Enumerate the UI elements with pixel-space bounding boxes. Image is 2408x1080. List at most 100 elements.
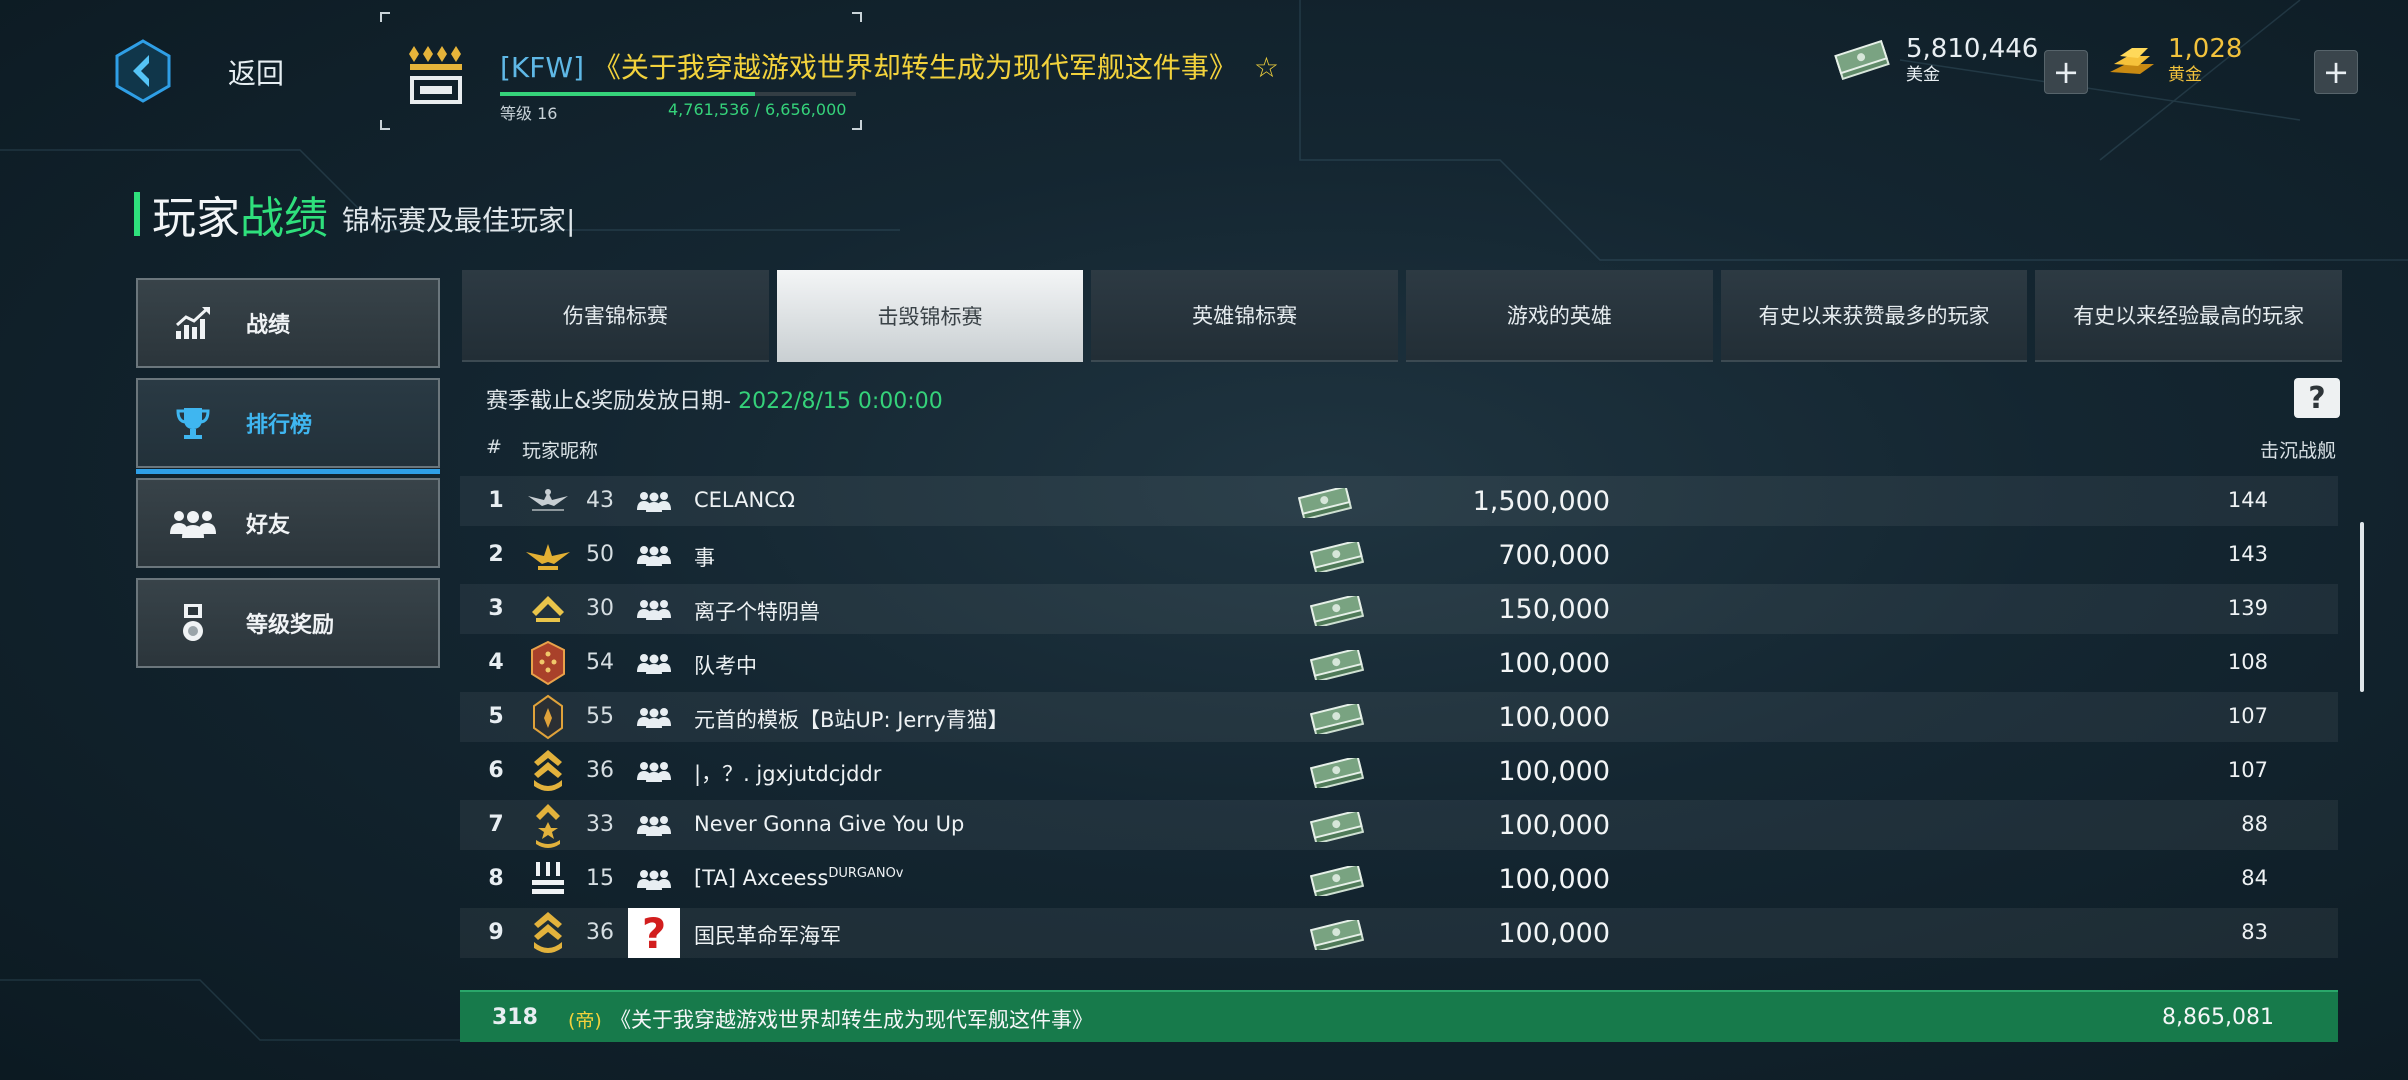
cash-reward-icon (1297, 485, 1353, 521)
player-level: 33 (586, 812, 614, 837)
clan-members-icon (637, 546, 671, 566)
player-level: 55 (586, 704, 614, 729)
player-name: 事 (694, 546, 715, 570)
table-row[interactable]: 5 55 元首的模板【B站UP: Jerry青猫】 100,000 107 (460, 692, 2338, 746)
side-item-friends[interactable]: 好友 (136, 478, 440, 568)
add-money-button[interactable]: + (2044, 50, 2088, 94)
table-row[interactable]: 4 54 队考中 100,000 108 (460, 638, 2338, 692)
help-button[interactable]: ? (2294, 378, 2340, 418)
back-arrow-icon (115, 39, 171, 103)
table-row[interactable]: 7 33 Never Gonna Give You Up 100,000 88 (460, 800, 2338, 854)
add-gold-button[interactable]: + (2314, 50, 2358, 94)
reward-amount: 100,000 (1498, 810, 1610, 841)
player-name: 元首的模板【B站UP: Jerry青猫】 (694, 708, 1009, 732)
my-score: 8,865,081 (2162, 1005, 2274, 1030)
gold-bar-icon (2110, 48, 2154, 74)
reward-amount: 100,000 (1498, 648, 1610, 679)
tab-game-heroes[interactable]: 游戏的英雄 (1406, 270, 1713, 362)
player-rank: 9 (488, 920, 504, 945)
cash-reward-icon (1309, 539, 1365, 575)
player-name: Never Gonna Give You Up (694, 812, 965, 836)
side-item-level-rewards[interactable]: 等级奖励 (136, 578, 440, 668)
kill-count: 143 (2227, 542, 2268, 566)
cash-reward-icon (1309, 755, 1365, 791)
cash-reward-icon (1309, 701, 1365, 737)
player-profile[interactable]: [KFW] 《关于我穿越游戏世界却转生成为现代军舰这件事》 ☆ 等级 16 4,… (380, 12, 1279, 130)
back-label[interactable]: 返回 (228, 52, 284, 92)
table-row[interactable]: 2 50 事 700,000 143 (460, 530, 2338, 584)
reward-amount: 150,000 (1498, 594, 1610, 625)
player-rank: 8 (488, 866, 504, 891)
kill-count: 139 (2227, 596, 2268, 620)
gold-display: 1,028 黄金 (2104, 34, 2242, 86)
leaderboard-list[interactable]: 1 43 CELANCΩ 1,500,000 144 2 50 事 700,000 143 3 30 离… (460, 476, 2338, 980)
rank-badge-icon (409, 46, 462, 104)
my-player-name: 《关于我穿越游戏世界却转生成为现代军舰这件事》 (610, 1008, 1093, 1032)
my-clan-tag: (帝) (568, 1010, 602, 1032)
cash-reward-icon (1309, 917, 1365, 953)
xp-progress-bar (500, 92, 856, 96)
gold-label: 黄金 (2168, 65, 2202, 85)
player-level: 36 (586, 758, 614, 783)
friends-icon (158, 508, 228, 538)
clan-members-icon (637, 762, 671, 782)
season-deadline: 赛季截止&奖励发放日期- 2022/8/15 0:00:00 (486, 389, 943, 414)
player-level: 54 (586, 650, 614, 675)
player-name: [TA] AxceessDURGANOv (694, 866, 904, 890)
side-menu: 战绩 排行榜 好友 等级奖励 (136, 278, 440, 678)
player-rank: 6 (488, 758, 504, 783)
kill-count: 84 (2241, 866, 2268, 890)
player-rank: 7 (488, 812, 504, 837)
clan-members-icon (637, 870, 671, 890)
table-row[interactable]: 3 30 离子个特阴兽 150,000 139 (460, 584, 2338, 638)
money-label: 美金 (1906, 65, 1940, 85)
unknown-avatar-icon: ? (628, 908, 680, 958)
reward-amount: 100,000 (1498, 756, 1610, 787)
table-row[interactable]: 1 43 CELANCΩ 1,500,000 144 (460, 476, 2338, 530)
player-level: 30 (586, 596, 614, 621)
table-row[interactable]: 8 15 [TA] AxceessDURGANOv 100,000 84 (460, 854, 2338, 908)
xp-text: 4,761,536 / 6,656,000 (668, 100, 847, 119)
reward-amount: 700,000 (1498, 540, 1610, 571)
level-label: 等级 16 (500, 104, 558, 123)
tab-most-xp[interactable]: 有史以来经验最高的玩家 (2035, 270, 2343, 362)
bars-insignia-icon (532, 862, 564, 894)
dark-shield-insignia-icon (533, 694, 563, 740)
cash-reward-icon (1309, 647, 1365, 683)
back-button[interactable] (112, 38, 174, 104)
player-rank: 4 (488, 650, 504, 675)
clan-members-icon (637, 654, 671, 674)
table-row[interactable]: 9 36? 国民革命军海军 100,000 83 (460, 908, 2338, 962)
money-display: 5,810,446 美金 (1834, 34, 2038, 86)
tab-damage[interactable]: 伤害锦标赛 (462, 270, 769, 362)
kill-count: 83 (2241, 920, 2268, 944)
player-rank: 3 (488, 596, 504, 621)
stripes-insignia-icon (534, 912, 562, 953)
player-level: 36 (586, 920, 614, 945)
player-level: 15 (586, 866, 614, 891)
trophy-icon (158, 405, 228, 441)
money-amount: 5,810,446 (1906, 34, 2039, 64)
table-row[interactable]: 6 36 |，？. jgxjutdcjddr 100,000 107 (460, 746, 2338, 800)
star-chevron-insignia-icon (536, 804, 560, 848)
gold-eagle-insignia-icon (526, 544, 570, 570)
scrollbar[interactable] (2360, 522, 2364, 692)
side-item-stats[interactable]: 战绩 (136, 278, 440, 368)
cash-stack-icon (1834, 40, 1890, 80)
tab-hero[interactable]: 英雄锦标赛 (1091, 270, 1399, 362)
my-rank-row[interactable]: 318 (帝) 《关于我穿越游戏世界却转生成为现代军舰这件事》 8,865,08… (460, 990, 2338, 1042)
player-name: 离子个特阴兽 (694, 600, 820, 624)
side-item-leaderboard[interactable]: 排行榜 (136, 378, 440, 474)
player-name: [KFW] 《关于我穿越游戏世界却转生成为现代军舰这件事》 ☆ (500, 51, 1279, 84)
tab-kills[interactable]: 击毁锦标赛 (776, 270, 1084, 362)
medal-icon (158, 603, 228, 643)
player-name: 国民革命军海军 (694, 924, 841, 948)
cash-reward-icon (1309, 863, 1365, 899)
gold-amount: 1,028 (2168, 34, 2243, 64)
player-rank: 2 (488, 542, 504, 567)
kill-count: 144 (2227, 488, 2268, 512)
chevron-insignia-icon (532, 596, 564, 622)
kill-count: 88 (2241, 812, 2268, 836)
tab-most-liked[interactable]: 有史以来获赞最多的玩家 (1720, 270, 2028, 362)
player-name: |，？. jgxjutdcjddr (694, 762, 882, 786)
